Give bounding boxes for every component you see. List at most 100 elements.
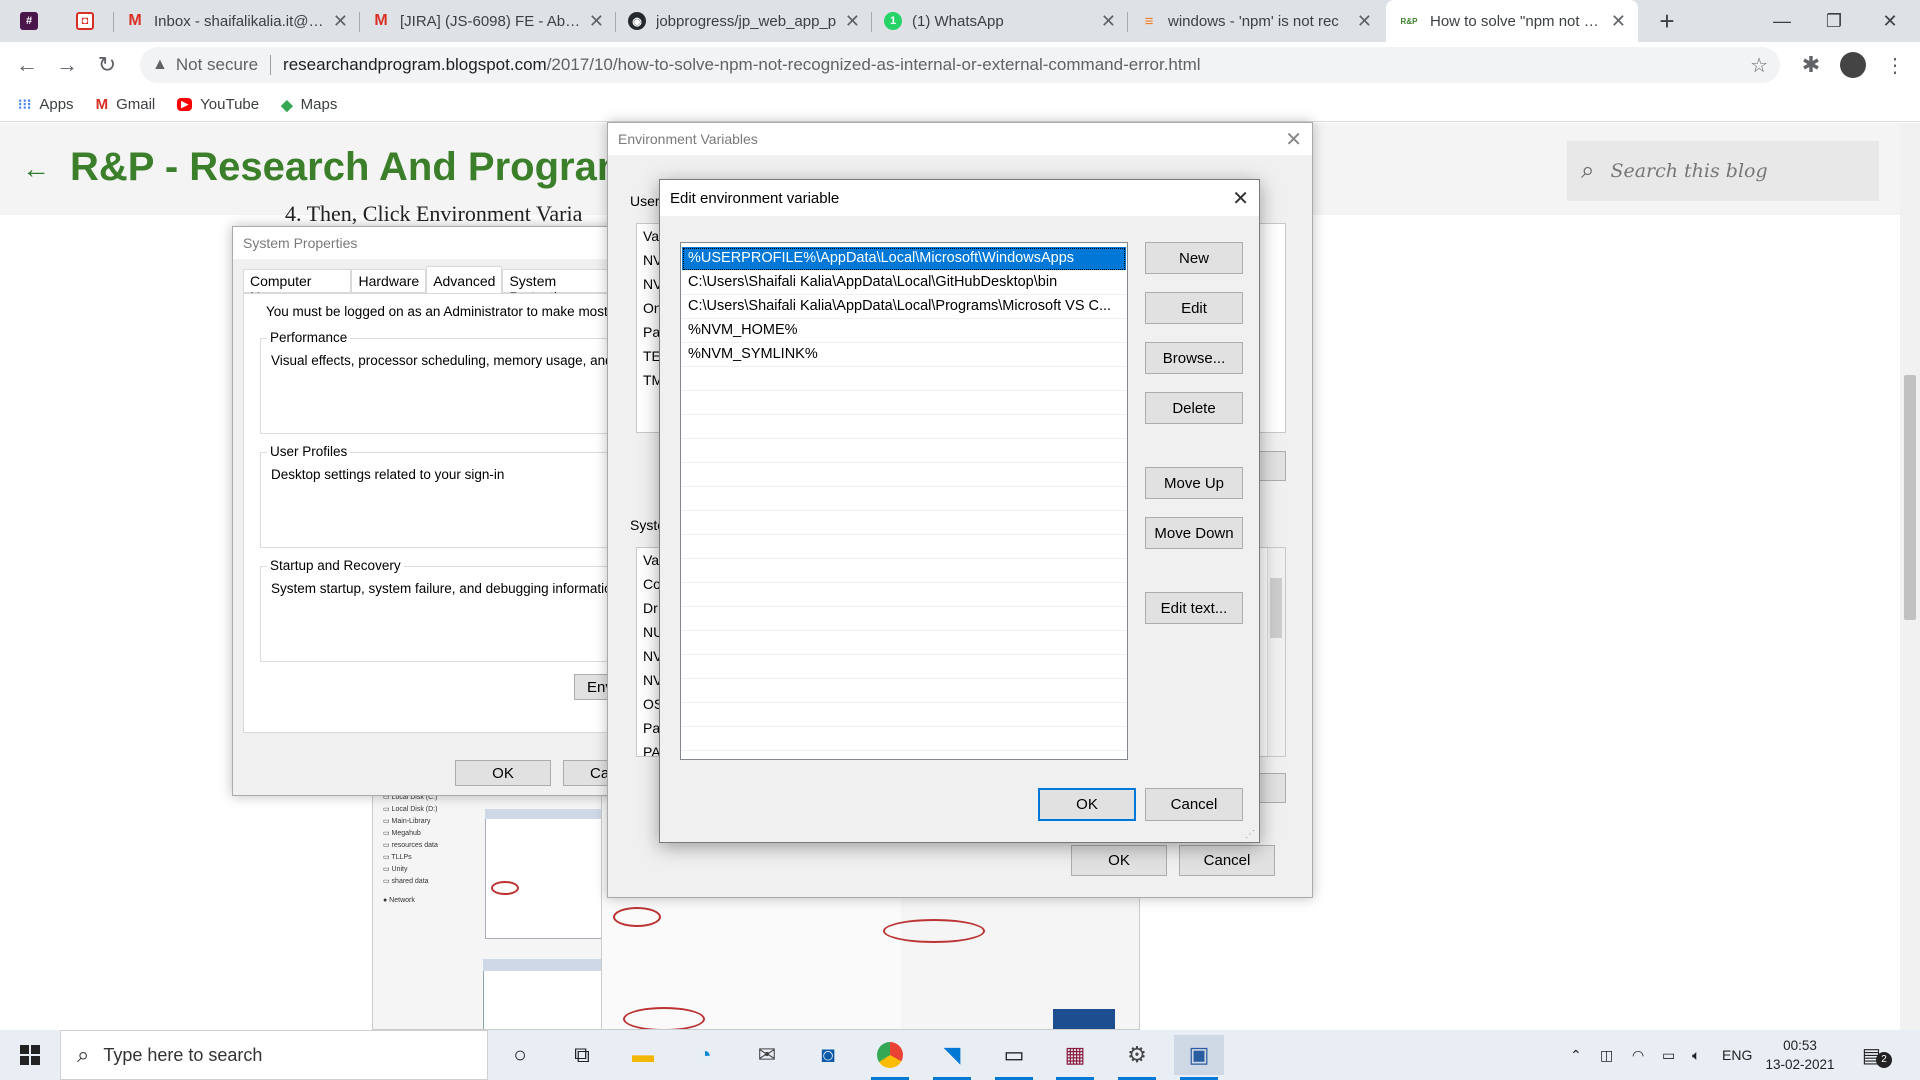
bookmark-youtube[interactable]: ▶ YouTube bbox=[177, 96, 259, 113]
dell-icon[interactable]: ◙ bbox=[803, 1035, 853, 1075]
empty-row[interactable] bbox=[682, 487, 1126, 511]
volume-icon[interactable]: 🔈︎ bbox=[1692, 1030, 1700, 1080]
address-bar[interactable]: ▲ Not secure researchandprogram.blogspot… bbox=[140, 47, 1780, 83]
close-tab-icon[interactable]: ✕ bbox=[333, 11, 348, 32]
resize-grip-icon[interactable]: ⋰ bbox=[1245, 829, 1255, 840]
tab-computer-name[interactable]: Computer Name bbox=[243, 269, 352, 305]
empty-row[interactable] bbox=[682, 415, 1126, 439]
blog-step-text: 4. Then, Click Environment Varia bbox=[285, 201, 583, 226]
tab-gmail-inbox[interactable]: M Inbox - shaifalikalia.it@gm ✕ bbox=[114, 0, 360, 42]
empty-row[interactable] bbox=[682, 703, 1126, 727]
bookmark-star-icon[interactable]: ☆ bbox=[1750, 53, 1768, 78]
path-entry[interactable]: %USERPROFILE%\AppData\Local\Microsoft\Wi… bbox=[682, 247, 1126, 271]
cortana-icon[interactable]: ○ bbox=[495, 1035, 545, 1075]
empty-row[interactable] bbox=[682, 439, 1126, 463]
empty-row[interactable] bbox=[682, 391, 1126, 415]
extensions-icon[interactable]: ✱ bbox=[1796, 50, 1826, 80]
close-icon[interactable]: ✕ bbox=[1232, 186, 1249, 211]
reload-icon[interactable]: ↻ bbox=[92, 50, 122, 80]
taskbar-search[interactable]: ⌕ Type here to search bbox=[60, 1030, 488, 1080]
meet-now-icon[interactable]: ◫ bbox=[1600, 1030, 1613, 1080]
close-tab-icon[interactable]: ✕ bbox=[845, 11, 860, 32]
list-scrollbar-thumb[interactable] bbox=[1270, 578, 1282, 638]
path-entry[interactable]: C:\Users\Shaifali Kalia\AppData\Local\Gi… bbox=[682, 271, 1126, 295]
winrar-icon[interactable]: ▦ bbox=[1050, 1035, 1100, 1080]
file-explorer-icon[interactable]: ▬ bbox=[618, 1035, 668, 1075]
empty-row[interactable] bbox=[682, 535, 1126, 559]
embedded-envvars bbox=[485, 809, 615, 939]
move-up-button[interactable]: Move Up bbox=[1145, 467, 1243, 499]
new-button[interactable]: New bbox=[1145, 242, 1243, 274]
minimize-icon[interactable]: — bbox=[1752, 0, 1812, 42]
edge-icon[interactable]: ◔ bbox=[680, 1035, 730, 1075]
path-entry[interactable]: %NVM_SYMLINK% bbox=[682, 343, 1126, 367]
blog-title[interactable]: R&P - Research And Program bbox=[70, 145, 632, 190]
close-tab-icon[interactable]: ✕ bbox=[1101, 11, 1116, 32]
bookmark-apps[interactable]: ⁝⁝⁝ Apps bbox=[18, 96, 74, 113]
empty-row[interactable] bbox=[682, 679, 1126, 703]
close-window-icon[interactable]: ✕ bbox=[1860, 0, 1920, 42]
close-tab-icon[interactable]: ✕ bbox=[1611, 11, 1626, 32]
empty-row[interactable] bbox=[682, 367, 1126, 391]
path-entries-list[interactable]: %USERPROFILE%\AppData\Local\Microsoft\Wi… bbox=[680, 242, 1128, 760]
restore-icon[interactable]: ❐ bbox=[1804, 0, 1864, 42]
terminal-icon[interactable]: ▭ bbox=[989, 1035, 1039, 1080]
tab-app[interactable]: ◘ bbox=[64, 0, 114, 42]
profile-avatar[interactable] bbox=[1840, 52, 1866, 78]
cancel-button[interactable]: Cancel bbox=[1145, 788, 1243, 821]
page-scrollbar-thumb[interactable] bbox=[1904, 375, 1916, 620]
language-indicator[interactable]: ENG bbox=[1722, 1030, 1752, 1080]
tab-stackoverflow[interactable]: ≡ windows - 'npm' is not rec ✕ bbox=[1128, 0, 1384, 42]
new-tab-button[interactable]: + bbox=[1652, 6, 1682, 36]
tab-advanced[interactable]: Advanced bbox=[426, 266, 503, 293]
browse-button[interactable]: Browse... bbox=[1145, 342, 1243, 374]
empty-row[interactable] bbox=[682, 727, 1126, 751]
close-tab-icon[interactable]: ✕ bbox=[589, 11, 604, 32]
forward-icon[interactable]: → bbox=[52, 50, 82, 80]
tab-active-blog[interactable]: R&P How to solve "npm not rec ✕ bbox=[1386, 0, 1638, 42]
cancel-button[interactable]: Cancel bbox=[1179, 845, 1275, 876]
path-entry[interactable]: C:\Users\Shaifali Kalia\AppData\Local\Pr… bbox=[682, 295, 1126, 319]
tab-whatsapp[interactable]: 1 (1) WhatsApp ✕ bbox=[872, 0, 1128, 42]
start-button[interactable] bbox=[0, 1030, 60, 1080]
move-down-button[interactable]: Move Down bbox=[1145, 517, 1243, 549]
empty-row[interactable] bbox=[682, 583, 1126, 607]
mail-icon[interactable]: ✉ bbox=[742, 1035, 792, 1075]
vscode-icon[interactable]: ◥ bbox=[927, 1035, 977, 1080]
edit-button[interactable]: Edit bbox=[1145, 292, 1243, 324]
close-icon[interactable]: ✕ bbox=[1285, 127, 1302, 152]
ok-button[interactable]: OK bbox=[1038, 788, 1136, 821]
ok-button[interactable]: OK bbox=[455, 760, 551, 786]
chrome-icon[interactable] bbox=[865, 1035, 915, 1080]
empty-row[interactable] bbox=[682, 631, 1126, 655]
settings-gear-icon[interactable]: ⚙ bbox=[1112, 1035, 1162, 1080]
menu-kebab-icon[interactable]: ⋮ bbox=[1880, 50, 1910, 80]
tab-slack[interactable]: # bbox=[8, 0, 64, 42]
clock[interactable]: 00:53 13-02-2021 bbox=[1760, 1036, 1840, 1074]
back-arrow-icon[interactable]: ← bbox=[22, 153, 50, 185]
bookmark-gmail[interactable]: M Gmail bbox=[96, 96, 156, 113]
empty-row[interactable] bbox=[682, 511, 1126, 535]
edit-text-button[interactable]: Edit text... bbox=[1145, 592, 1243, 624]
close-tab-icon[interactable]: ✕ bbox=[1357, 11, 1372, 32]
tab-gmail-jira[interactable]: M [JIRA] (JS-6098) FE - Ability ✕ bbox=[360, 0, 616, 42]
battery-icon[interactable]: ▭ bbox=[1662, 1030, 1675, 1080]
empty-row[interactable] bbox=[682, 559, 1126, 583]
task-view-icon[interactable]: ⧉ bbox=[557, 1035, 607, 1075]
tab-hardware[interactable]: Hardware bbox=[351, 269, 427, 293]
empty-row[interactable] bbox=[682, 463, 1126, 487]
tab-system-protection[interactable]: System Protection bbox=[502, 269, 621, 305]
tray-chevron-icon[interactable]: ⌃ bbox=[1570, 1030, 1582, 1080]
empty-row[interactable] bbox=[682, 655, 1126, 679]
bookmark-maps[interactable]: ◆ Maps bbox=[281, 96, 337, 114]
tab-github[interactable]: ◉ jobprogress/jp_web_app_p ✕ bbox=[616, 0, 872, 42]
ok-button[interactable]: OK bbox=[1071, 845, 1167, 876]
clock-time: 00:53 bbox=[1783, 1038, 1817, 1053]
system-properties-icon[interactable]: ▣ bbox=[1174, 1035, 1224, 1080]
delete-button[interactable]: Delete bbox=[1145, 392, 1243, 424]
blog-search[interactable]: ⌕ Search this blog bbox=[1567, 141, 1879, 201]
back-icon[interactable]: ← bbox=[12, 50, 42, 80]
empty-row[interactable] bbox=[682, 607, 1126, 631]
wifi-icon[interactable]: ◠ bbox=[1632, 1030, 1644, 1080]
path-entry[interactable]: %NVM_HOME% bbox=[682, 319, 1126, 343]
